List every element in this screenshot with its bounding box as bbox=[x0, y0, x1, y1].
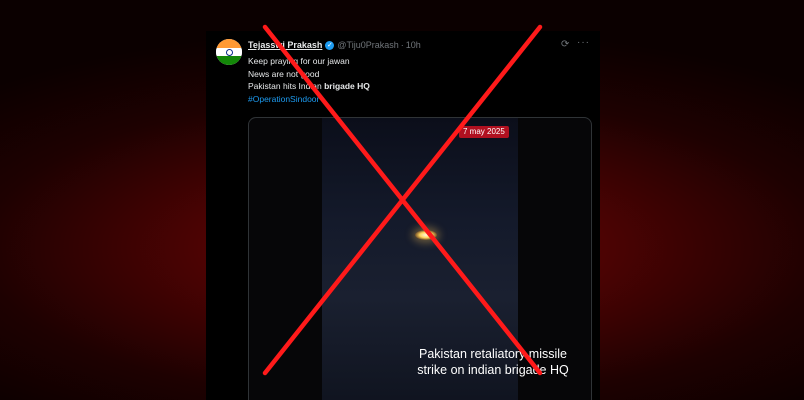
more-options-icon[interactable]: ··· bbox=[577, 37, 590, 48]
tweet-line-3-bold: brigade HQ bbox=[324, 81, 370, 91]
tweet-line-3: Pakistan hits Indian brigade HQ bbox=[248, 80, 588, 93]
hashtag-link[interactable]: #OperationSindoor bbox=[248, 93, 588, 106]
tweet-header: Tejasswi Prakash ✓ @Tiju0Prakash · 10h bbox=[248, 40, 421, 50]
missile-flash bbox=[415, 230, 437, 240]
flag-saffron-band bbox=[216, 39, 242, 48]
tweet-timestamp[interactable]: 10h bbox=[406, 40, 421, 50]
flag-green-band bbox=[216, 56, 242, 65]
tweet-line-2: News are not good bbox=[248, 68, 320, 79]
video-caption-line-1: Pakistan retaliatory missile bbox=[419, 347, 567, 361]
video-media[interactable]: Pakistan retaliatory missile strike on i… bbox=[248, 117, 592, 400]
video-frame[interactable]: Pakistan retaliatory missile strike on i… bbox=[322, 118, 569, 400]
date-badge: 7 may 2025 bbox=[459, 126, 509, 138]
tweet-line-3-prefix: Pakistan hits Indian bbox=[248, 81, 325, 91]
separator-dot: · bbox=[400, 40, 404, 50]
verified-badge-icon: ✓ bbox=[325, 40, 335, 50]
tweet-text: Keep praying for our jawan News are not … bbox=[248, 55, 588, 105]
tweet-line-1: Keep praying for our jawan bbox=[248, 56, 350, 66]
flag-chakra-icon bbox=[226, 48, 233, 56]
video-caption: Pakistan retaliatory missile strike on i… bbox=[395, 346, 591, 378]
flag-white-band bbox=[216, 47, 242, 57]
avatar[interactable] bbox=[216, 39, 242, 65]
display-name[interactable]: Tejasswi Prakash bbox=[248, 40, 322, 50]
tweet-card: Tejasswi Prakash ✓ @Tiju0Prakash · 10h ⟳… bbox=[206, 31, 600, 400]
grok-icon[interactable]: ⟳ bbox=[561, 39, 569, 50]
user-handle[interactable]: @Tiju0Prakash bbox=[337, 40, 398, 50]
video-caption-line-2: strike on indian brigade HQ bbox=[417, 363, 569, 377]
